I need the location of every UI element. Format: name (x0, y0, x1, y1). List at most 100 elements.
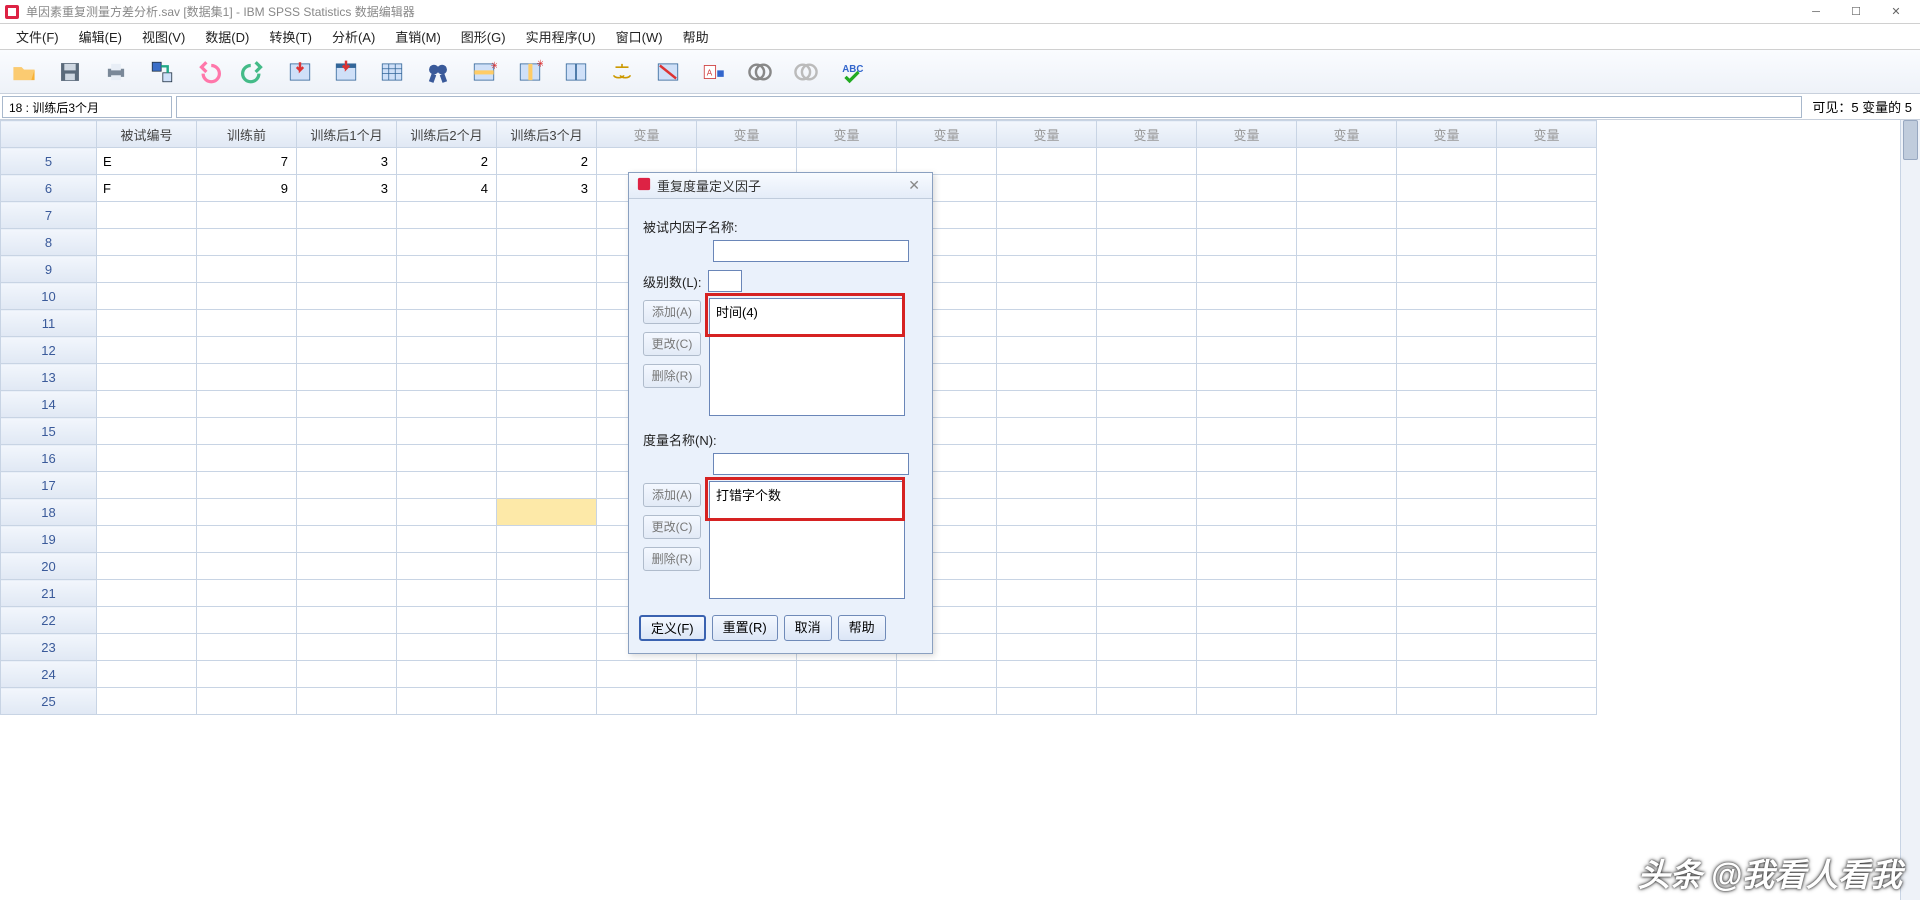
cell[interactable] (1197, 688, 1297, 715)
cell[interactable] (1297, 256, 1397, 283)
cell[interactable] (1497, 418, 1597, 445)
levels-input[interactable] (708, 270, 742, 292)
cell[interactable] (497, 607, 597, 634)
cell[interactable] (1397, 256, 1497, 283)
cell[interactable] (1397, 202, 1497, 229)
row-number[interactable]: 20 (1, 553, 97, 580)
cell[interactable] (297, 634, 397, 661)
cell[interactable] (97, 472, 197, 499)
cell[interactable] (1397, 391, 1497, 418)
cell[interactable] (1497, 661, 1597, 688)
cell[interactable] (997, 391, 1097, 418)
cell[interactable] (1497, 202, 1597, 229)
row-number[interactable]: 14 (1, 391, 97, 418)
cell[interactable] (1297, 499, 1397, 526)
cell[interactable] (1097, 661, 1197, 688)
column-header[interactable]: 训练后2个月 (397, 121, 497, 148)
select-cases-icon[interactable] (652, 56, 684, 88)
cell[interactable] (397, 607, 497, 634)
cell[interactable] (1197, 229, 1297, 256)
cell[interactable] (197, 526, 297, 553)
cell[interactable]: 2 (497, 148, 597, 175)
cell[interactable] (397, 229, 497, 256)
cell[interactable] (1197, 175, 1297, 202)
cell[interactable] (397, 283, 497, 310)
cell[interactable] (1197, 256, 1297, 283)
cell[interactable] (1097, 580, 1197, 607)
cell[interactable] (97, 256, 197, 283)
recall-dialog-icon[interactable] (146, 56, 178, 88)
measure-list-item[interactable]: 打错字个数 (714, 484, 900, 505)
cell[interactable] (697, 688, 797, 715)
cell[interactable] (397, 634, 497, 661)
cell[interactable] (1197, 418, 1297, 445)
cell[interactable] (1097, 310, 1197, 337)
cell[interactable]: F (97, 175, 197, 202)
cell[interactable] (1297, 391, 1397, 418)
cell[interactable] (197, 283, 297, 310)
cell[interactable] (997, 256, 1097, 283)
cell[interactable] (297, 607, 397, 634)
row-number[interactable]: 15 (1, 418, 97, 445)
cell[interactable] (197, 391, 297, 418)
cell[interactable] (297, 310, 397, 337)
window-minimize-button[interactable]: ─ (1796, 0, 1836, 24)
cell[interactable] (397, 391, 497, 418)
cell[interactable] (897, 661, 997, 688)
cell[interactable] (1297, 364, 1397, 391)
cell[interactable] (597, 661, 697, 688)
cell[interactable] (197, 229, 297, 256)
cell[interactable] (1397, 553, 1497, 580)
menu-window[interactable]: 窗口(W) (606, 24, 673, 49)
cell[interactable] (97, 553, 197, 580)
cell[interactable] (497, 391, 597, 418)
cell[interactable] (397, 337, 497, 364)
cell[interactable] (1197, 391, 1297, 418)
cell[interactable] (197, 580, 297, 607)
cell[interactable]: 3 (297, 175, 397, 202)
cell[interactable] (1397, 580, 1497, 607)
row-number[interactable]: 9 (1, 256, 97, 283)
cell[interactable] (1297, 418, 1397, 445)
cell[interactable] (497, 418, 597, 445)
row-number[interactable]: 6 (1, 175, 97, 202)
cell[interactable] (297, 472, 397, 499)
cell[interactable] (1197, 148, 1297, 175)
column-header-empty[interactable]: 变量 (697, 121, 797, 148)
cell[interactable] (297, 202, 397, 229)
vertical-scrollbar[interactable] (1900, 120, 1920, 900)
cell[interactable] (197, 310, 297, 337)
row-number[interactable]: 7 (1, 202, 97, 229)
cell[interactable] (497, 202, 597, 229)
cell[interactable] (1097, 364, 1197, 391)
cell[interactable] (197, 661, 297, 688)
cell[interactable] (997, 580, 1097, 607)
measure-remove-button[interactable]: 删除(R) (643, 547, 701, 571)
cell[interactable]: 7 (197, 148, 297, 175)
column-header[interactable]: 训练后3个月 (497, 121, 597, 148)
cell[interactable] (1297, 283, 1397, 310)
cell[interactable] (197, 607, 297, 634)
cell[interactable] (397, 472, 497, 499)
split-file-icon[interactable] (560, 56, 592, 88)
menu-transform[interactable]: 转换(T) (259, 24, 322, 49)
row-number[interactable]: 18 (1, 499, 97, 526)
cell[interactable] (397, 202, 497, 229)
cell[interactable] (1297, 148, 1397, 175)
cell[interactable] (997, 553, 1097, 580)
cell[interactable] (1497, 445, 1597, 472)
row-number[interactable]: 13 (1, 364, 97, 391)
cell[interactable] (297, 499, 397, 526)
cell[interactable] (397, 364, 497, 391)
cell[interactable] (97, 364, 197, 391)
cell[interactable] (1097, 148, 1197, 175)
cell[interactable] (297, 256, 397, 283)
cell[interactable] (97, 607, 197, 634)
factor-remove-button[interactable]: 删除(R) (643, 364, 701, 388)
cell-reference-box[interactable]: 18 : 训练后3个月 (2, 96, 172, 118)
cell[interactable] (797, 661, 897, 688)
factor-listbox[interactable]: 时间(4) (709, 298, 905, 416)
cell[interactable]: 4 (397, 175, 497, 202)
measure-listbox[interactable]: 打错字个数 (709, 481, 905, 599)
cell[interactable] (1497, 688, 1597, 715)
